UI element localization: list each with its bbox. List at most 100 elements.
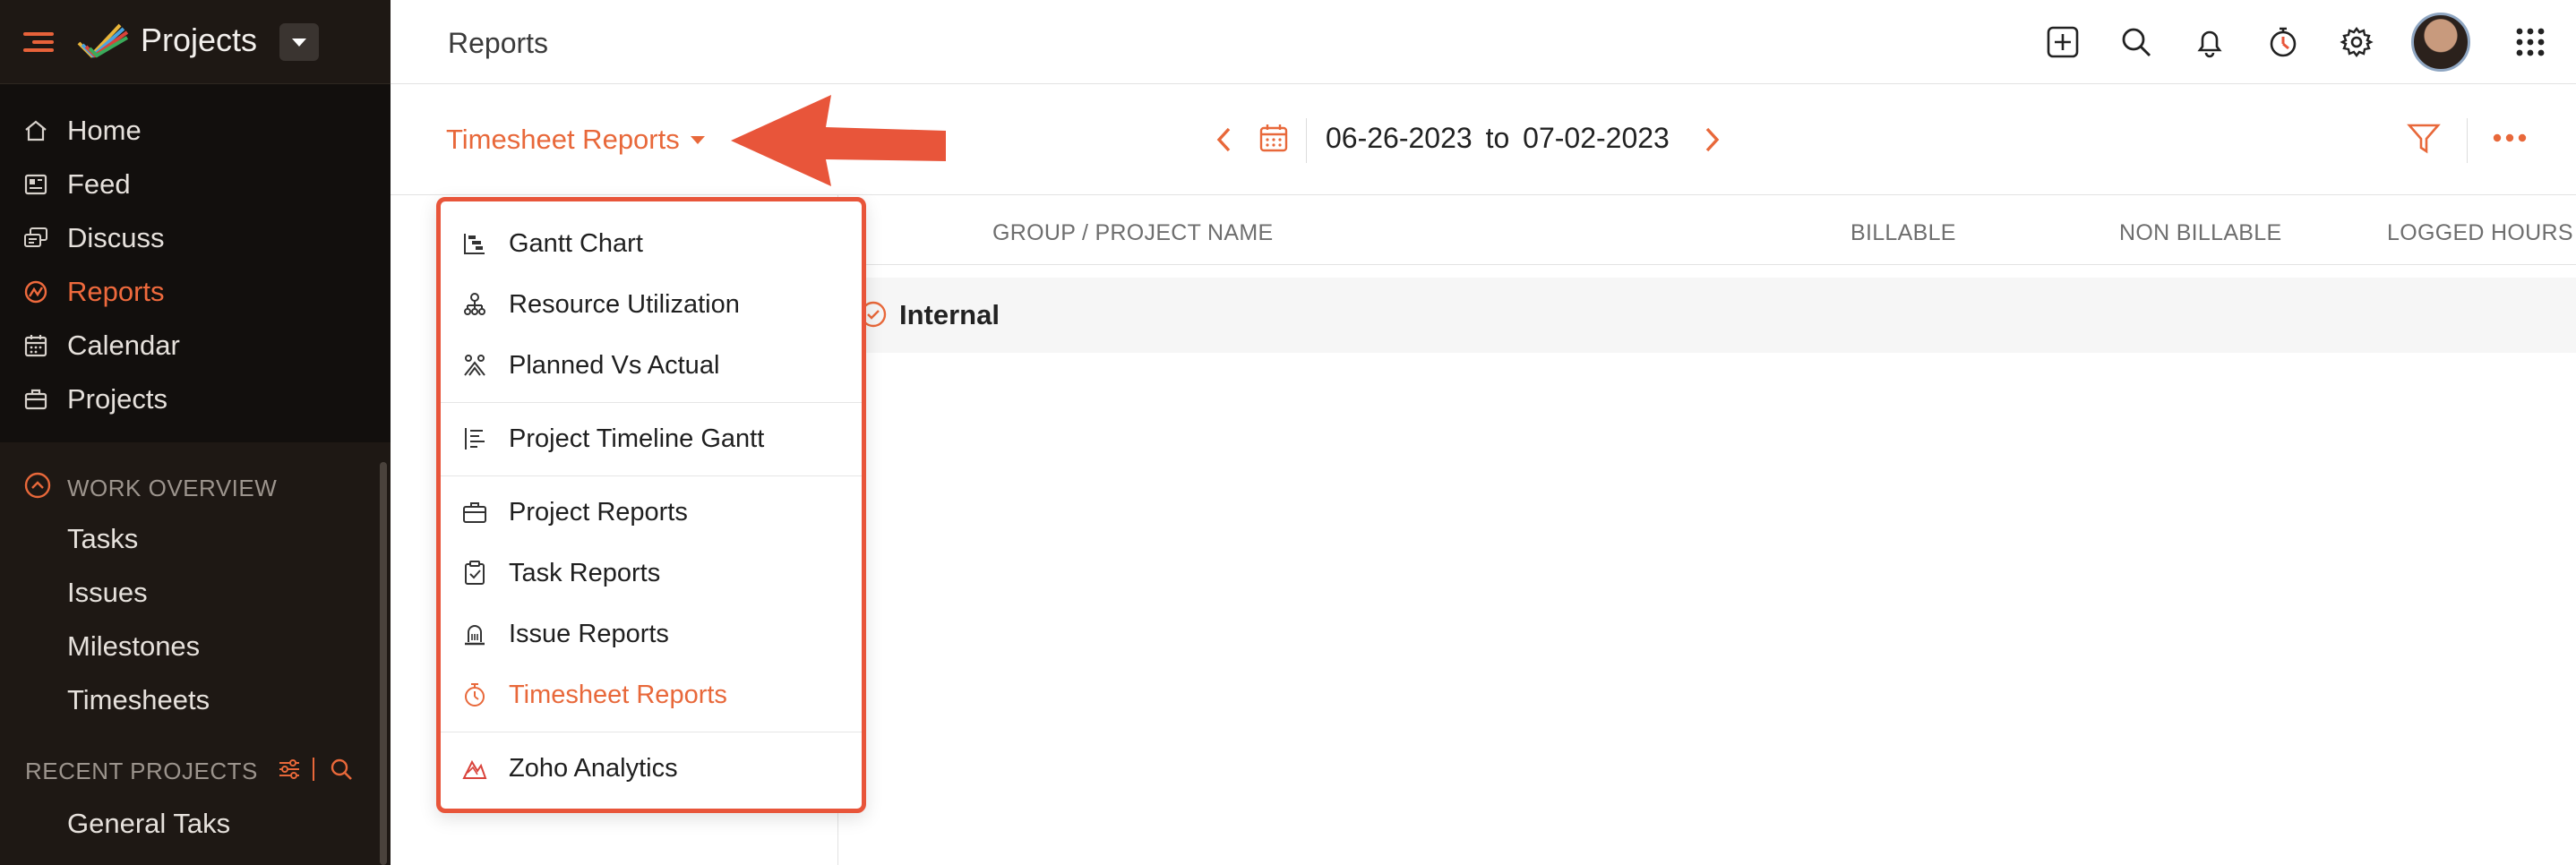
nav-item-label: Discuss bbox=[67, 222, 165, 253]
filter-icon[interactable] bbox=[2406, 120, 2442, 156]
top-bar: Reports bbox=[391, 0, 2576, 84]
more-options-icon[interactable] bbox=[2492, 125, 2528, 150]
report-type-label: Timesheet Reports bbox=[446, 124, 680, 155]
project-switcher-button[interactable] bbox=[279, 23, 319, 61]
recent-project-item[interactable]: General Taks bbox=[67, 808, 230, 840]
column-header-non-billable[interactable]: NON BILLABLE bbox=[2119, 220, 2281, 246]
nav-item-label: Feed bbox=[67, 168, 131, 200]
nav-item-discuss[interactable]: Discuss bbox=[0, 213, 391, 263]
briefcase-icon bbox=[460, 498, 489, 527]
nav-item-reports[interactable]: Reports bbox=[0, 267, 391, 317]
timer-icon bbox=[460, 681, 489, 709]
task-icon bbox=[460, 559, 489, 587]
zoho-projects-logo bbox=[77, 23, 129, 58]
menu-item-label: Zoho Analytics bbox=[509, 753, 678, 783]
menu-divider bbox=[441, 475, 862, 476]
menu-item-zoho-analytics[interactable]: Zoho Analytics bbox=[441, 741, 862, 796]
discuss-icon bbox=[21, 224, 50, 253]
sidebar-scrollbar[interactable] bbox=[380, 462, 387, 865]
annotation-arrow bbox=[731, 95, 946, 186]
sidebar-header: Projects bbox=[0, 0, 391, 84]
nav-item-feed[interactable]: Feed bbox=[0, 159, 391, 210]
group-name: Internal bbox=[899, 299, 1000, 330]
reports-toolbar: Timesheet Reports 06-26-2023 to 07-02-20… bbox=[391, 84, 2576, 195]
search-icon[interactable] bbox=[328, 756, 355, 783]
menu-item-gantt-chart[interactable]: Gantt Chart bbox=[441, 216, 862, 271]
notification-bell-icon[interactable] bbox=[2191, 23, 2228, 61]
feed-icon bbox=[21, 170, 50, 199]
column-header-logged-hours[interactable]: LOGGED HOURS bbox=[2387, 220, 2573, 246]
date-to-word: to bbox=[1485, 122, 1510, 154]
date-to: 07-02-2023 bbox=[1523, 122, 1670, 154]
issue-icon bbox=[460, 620, 489, 648]
nav-item-label: Projects bbox=[67, 383, 167, 415]
previous-week-button[interactable] bbox=[1211, 124, 1238, 156]
projects-icon bbox=[21, 385, 50, 414]
analytics-icon bbox=[460, 754, 489, 783]
nav-item-label: Home bbox=[67, 115, 142, 146]
report-type-menu: Gantt Chart Resource Utilization Planned… bbox=[436, 197, 866, 813]
nav-item-label: Calendar bbox=[67, 330, 180, 361]
nav-item-label: Reports bbox=[67, 276, 165, 307]
menu-item-project-reports[interactable]: Project Reports bbox=[441, 484, 862, 540]
menu-item-label: Gantt Chart bbox=[509, 228, 643, 258]
table-header: GROUP / PROJECT NAME BILLABLE NON BILLAB… bbox=[838, 195, 2576, 265]
date-range-label[interactable]: 06-26-2023 to 07-02-2023 bbox=[1326, 122, 1670, 155]
table-row[interactable]: Internal bbox=[838, 278, 2576, 353]
menu-item-timesheet-reports[interactable]: Timesheet Reports bbox=[441, 667, 862, 723]
menu-item-planned-vs-actual[interactable]: Planned Vs Actual bbox=[441, 338, 862, 393]
menu-item-label: Planned Vs Actual bbox=[509, 350, 720, 380]
sidebar: Projects Home Feed Discuss Reports Calen… bbox=[0, 0, 391, 865]
home-icon bbox=[21, 116, 50, 145]
reports-icon bbox=[21, 278, 50, 306]
date-from: 06-26-2023 bbox=[1326, 122, 1473, 154]
nav-item-calendar[interactable]: Calendar bbox=[0, 321, 391, 371]
gear-icon[interactable] bbox=[2338, 23, 2375, 61]
work-item-tasks[interactable]: Tasks bbox=[67, 523, 138, 555]
divider bbox=[2467, 118, 2468, 163]
gantt-icon bbox=[460, 229, 489, 258]
chevron-up-circle-icon bbox=[24, 472, 51, 499]
menu-item-label: Timesheet Reports bbox=[509, 680, 727, 709]
timer-icon[interactable] bbox=[2264, 23, 2302, 61]
menu-item-label: Issue Reports bbox=[509, 619, 669, 648]
calendar-icon bbox=[21, 331, 50, 360]
avatar[interactable] bbox=[2411, 13, 2470, 72]
menu-item-label: Resource Utilization bbox=[509, 289, 740, 319]
resource-icon bbox=[460, 290, 489, 319]
menu-divider bbox=[441, 402, 862, 403]
menu-item-label: Project Reports bbox=[509, 497, 688, 527]
divider bbox=[1306, 118, 1307, 163]
menu-item-label: Project Timeline Gantt bbox=[509, 424, 765, 453]
hamburger-menu-icon[interactable] bbox=[23, 27, 54, 57]
timeline-icon bbox=[460, 424, 489, 453]
add-new-icon[interactable] bbox=[2044, 23, 2082, 61]
menu-item-resource-utilization[interactable]: Resource Utilization bbox=[441, 277, 862, 332]
recent-projects-heading: RECENT PROJECTS bbox=[25, 758, 258, 784]
filter-settings-icon[interactable] bbox=[276, 756, 303, 783]
column-header-billable[interactable]: BILLABLE bbox=[1850, 220, 1956, 246]
app-grid-icon[interactable] bbox=[2512, 23, 2549, 61]
report-type-dropdown[interactable]: Timesheet Reports bbox=[446, 124, 705, 156]
calendar-picker-icon[interactable] bbox=[1258, 122, 1290, 154]
column-header-group-project[interactable]: GROUP / PROJECT NAME bbox=[992, 220, 1273, 246]
nav-item-projects[interactable]: Projects bbox=[0, 374, 391, 424]
app-title: Projects bbox=[141, 21, 258, 58]
page-title: Reports bbox=[448, 27, 549, 59]
chevron-down-icon bbox=[292, 38, 306, 47]
work-item-timesheets[interactable]: Timesheets bbox=[67, 684, 210, 716]
app-root: Projects Home Feed Discuss Reports Calen… bbox=[0, 0, 2576, 865]
planned-actual-icon bbox=[460, 351, 489, 380]
menu-item-task-reports[interactable]: Task Reports bbox=[441, 545, 862, 601]
work-item-milestones[interactable]: Milestones bbox=[67, 630, 200, 663]
nav-item-home[interactable]: Home bbox=[0, 106, 391, 156]
menu-item-issue-reports[interactable]: Issue Reports bbox=[441, 606, 862, 662]
menu-item-project-timeline-gantt[interactable]: Project Timeline Gantt bbox=[441, 411, 862, 467]
divider bbox=[313, 758, 314, 781]
search-icon[interactable] bbox=[2117, 23, 2155, 61]
next-week-button[interactable] bbox=[1698, 124, 1725, 156]
work-overview-toggle[interactable] bbox=[23, 471, 52, 500]
menu-item-label: Task Reports bbox=[509, 558, 661, 587]
caret-down-icon bbox=[690, 135, 705, 144]
work-item-issues[interactable]: Issues bbox=[67, 577, 148, 609]
